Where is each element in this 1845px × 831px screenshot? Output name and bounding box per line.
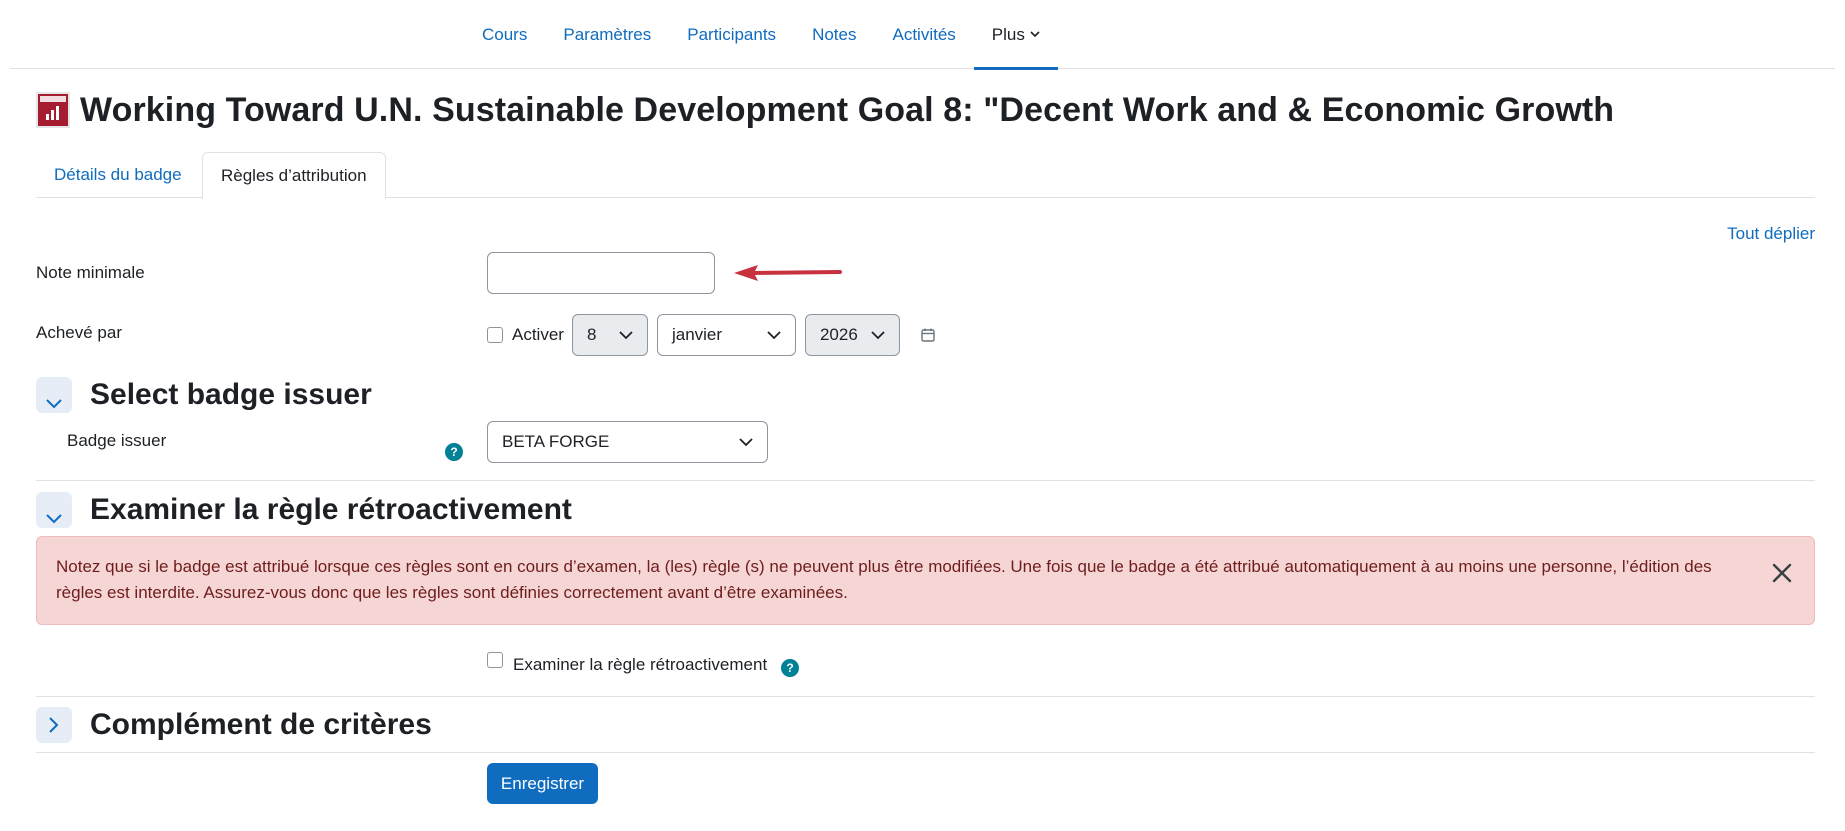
chevron-down-icon (46, 514, 62, 524)
warning-alert: Notez que si le badge est attribué lorsq… (36, 536, 1815, 625)
save-button[interactable]: Enregistrer (487, 763, 598, 804)
retro-checkbox-label: Examiner la règle rétroactivement (513, 655, 768, 674)
section-divider (36, 480, 1815, 481)
section-extra-title: Complément de critères (90, 708, 432, 741)
section-toggle-button[interactable] (36, 492, 72, 528)
chevron-right-icon (49, 717, 59, 733)
expand-all-link[interactable]: Tout déplier (1727, 224, 1815, 244)
completed-by-date: Activer 8 janvier 2026 (487, 314, 935, 356)
page-header: Working Toward U.N. Sustainable Developm… (36, 88, 1614, 132)
calendar-icon[interactable] (921, 328, 935, 342)
help-icon[interactable]: ? (781, 659, 799, 677)
section-toggle-button[interactable] (36, 707, 72, 743)
completed-by-label: Achevé par (36, 323, 122, 342)
chevron-down-icon (739, 437, 753, 446)
nav-item-plus-label: Plus (991, 24, 1025, 44)
badge-issuer-label: Badge issuer (67, 431, 167, 450)
section-extra-header[interactable]: Complément de critères (36, 705, 432, 745)
chevron-down-icon (46, 399, 62, 409)
course-nav: Cours Paramètres Participants Notes Acti… (10, 0, 1835, 70)
month-select-value: janvier (671, 325, 723, 344)
section-divider (36, 752, 1815, 753)
retro-checkbox[interactable] (487, 652, 503, 668)
section-badge-issuer-header[interactable]: Select badge issuer (36, 375, 372, 415)
badge-tabs: Détails du badge Règles d’attribution (36, 152, 1815, 199)
min-grade-input[interactable] (487, 252, 715, 294)
nav-item-plus[interactable]: Plus (973, 0, 1058, 70)
badge-issuer-select[interactable]: BETA FORGE (487, 421, 768, 463)
section-divider (36, 696, 1815, 697)
chevron-down-icon (619, 330, 633, 339)
close-icon[interactable] (1768, 559, 1796, 587)
year-select-value: 2026 (819, 325, 858, 344)
help-icon[interactable]: ? (445, 443, 463, 461)
chevron-down-icon (767, 330, 781, 339)
section-retro-header[interactable]: Examiner la règle rétroactivement (36, 490, 572, 530)
tab-badge-details[interactable]: Détails du badge (36, 152, 200, 198)
section-toggle-button[interactable] (36, 377, 72, 413)
chevron-down-icon (871, 330, 885, 339)
page-title: Working Toward U.N. Sustainable Developm… (80, 90, 1615, 129)
nav-item-cours[interactable]: Cours (464, 0, 545, 69)
badge-image-icon (36, 92, 70, 128)
section-retro-title: Examiner la règle rétroactivement (90, 493, 572, 526)
tab-award-rules[interactable]: Règles d’attribution (202, 152, 386, 199)
alert-text: Notez que si le badge est attribué lorsq… (56, 557, 1712, 602)
nav-item-participants[interactable]: Participants (669, 0, 794, 69)
nav-item-notes[interactable]: Notes (794, 0, 874, 69)
retro-checkbox-row: Examiner la règle rétroactivement (487, 645, 767, 675)
day-select-value: 8 (586, 325, 597, 344)
min-grade-label: Note minimale (36, 263, 145, 282)
chevron-down-icon (1030, 31, 1040, 38)
day-select[interactable]: 8 (571, 314, 648, 356)
nav-item-parametres[interactable]: Paramètres (545, 0, 669, 69)
enable-date-checkbox[interactable] (487, 327, 503, 343)
year-select[interactable]: 2026 (804, 314, 900, 356)
badge-issuer-select-value: BETA FORGE (502, 432, 610, 451)
nav-item-activites[interactable]: Activités (874, 0, 973, 69)
month-select[interactable]: janvier (656, 314, 796, 356)
course-nav-items: Cours Paramètres Participants Notes Acti… (464, 0, 1058, 70)
annotation-arrow-icon (734, 265, 842, 281)
section-badge-issuer-title: Select badge issuer (90, 378, 372, 411)
enable-date-label: Activer (512, 325, 564, 344)
